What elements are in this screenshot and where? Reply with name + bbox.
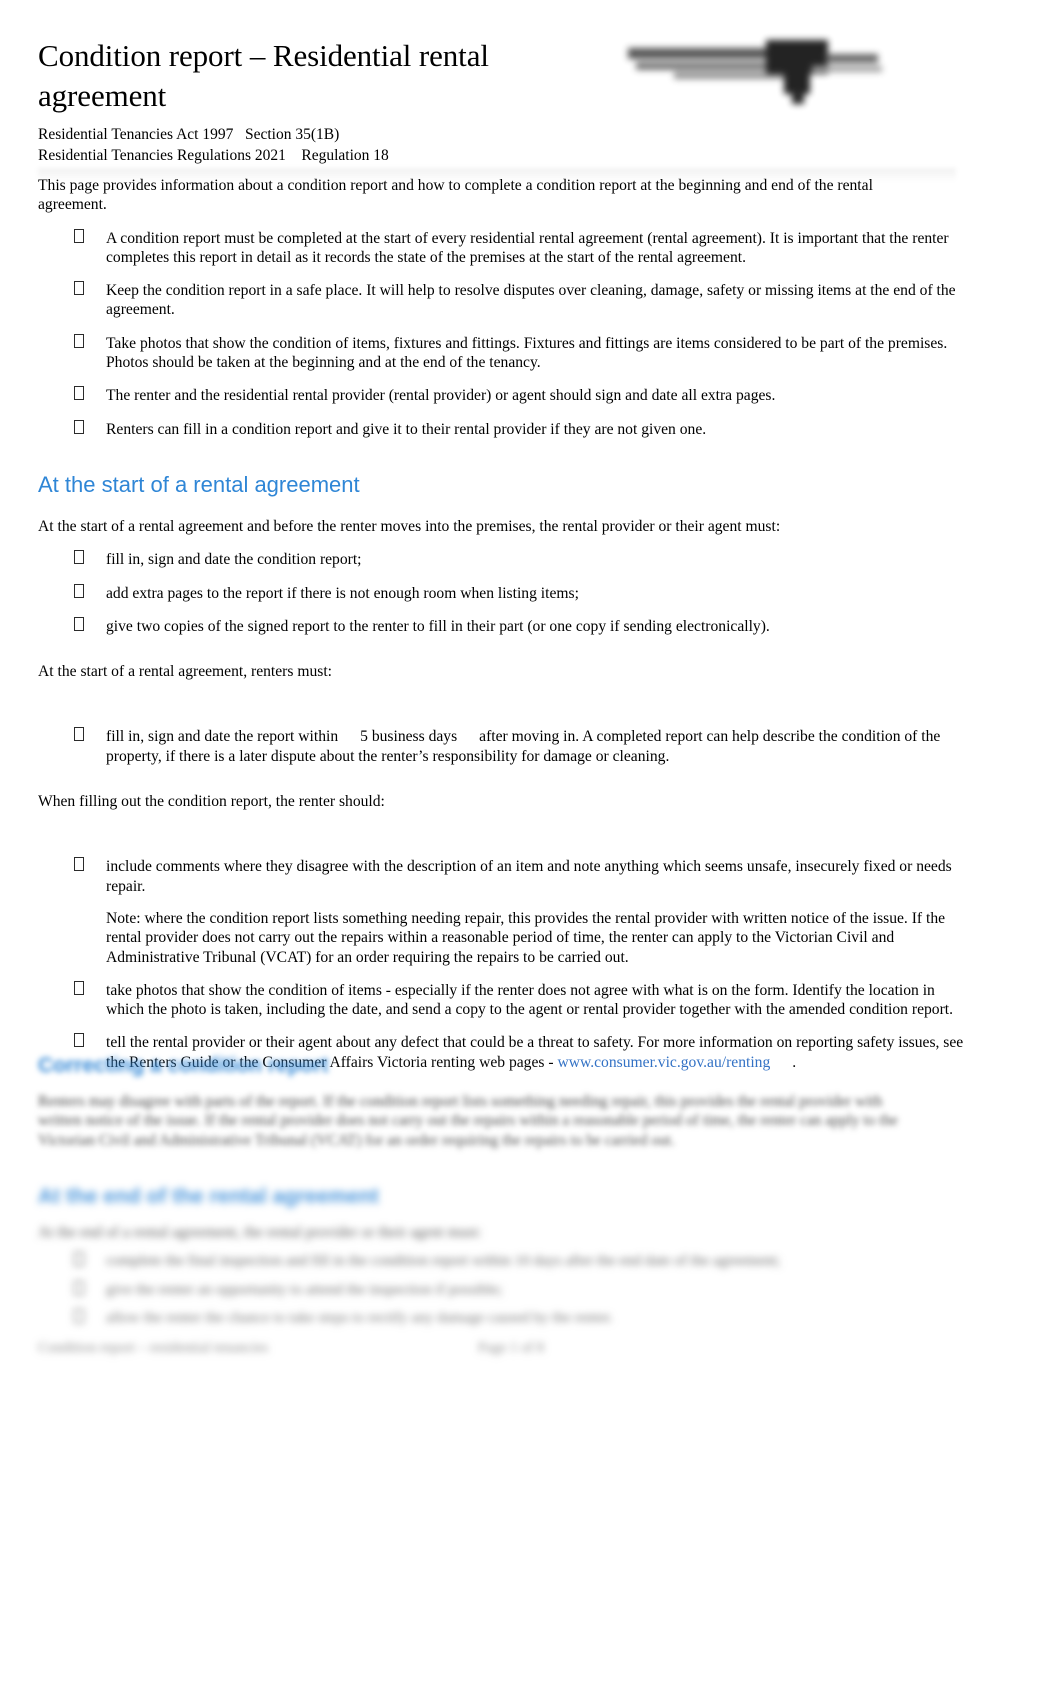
list-item-label: Renters can fill in a condition report a…	[106, 420, 707, 438]
bullet-marker-icon	[74, 583, 84, 603]
list-item: Renters can fill in a condition report a…	[38, 419, 968, 439]
bullet-marker-icon	[74, 616, 84, 636]
bullet-marker-icon	[74, 419, 84, 439]
list-item: add extra pages to the report if there i…	[38, 583, 968, 603]
act-line-1: Residential Tenancies Act 1997 Section 3…	[38, 126, 340, 143]
list-item-label: The renter and the residential rental pr…	[106, 387, 776, 405]
list-item-label: complete the final inspection and fill i…	[106, 1252, 781, 1270]
list-item-label: give the renter an opportunity to attend…	[106, 1280, 503, 1298]
list-item-label: give two copies of the signed report to …	[106, 617, 770, 635]
renter-deadline-sentence: fill in, sign and date the report within…	[106, 728, 940, 764]
section-heading-start-of-rental-agreement: At the start of a rental agreement	[38, 471, 360, 497]
bullet-marker-icon	[74, 857, 84, 876]
blurred-paragraph-correcting-report: Renters may disagree with parts of the r…	[38, 1093, 898, 1149]
page-bottom-margin	[0, 1400, 1062, 1691]
blurred-heading-end-of-agreement: At the end of the rental agreement	[38, 1185, 379, 1208]
document-page: Condition report – Residential rental ag…	[0, 0, 1062, 1691]
business-days-field[interactable]: 5 business days	[360, 728, 457, 745]
legislation-reference: Residential Tenancies Act 1997 Section 3…	[38, 124, 1026, 166]
provider-lead-paragraph: At the start of a rental agreement and b…	[38, 517, 781, 535]
bullet-marker-icon	[74, 386, 84, 405]
filling-out-lead-paragraph: When filling out the condition report, t…	[38, 793, 385, 811]
filling-out-bullet-list: include comments where they disagree wit…	[38, 857, 968, 1072]
list-item-label: A condition report must be completed at …	[106, 229, 949, 266]
intro-bullet-list: A condition report must be completed at …	[38, 228, 968, 439]
renter-deadline-prefix: fill in, sign and date the report within	[106, 728, 339, 746]
footer-page-number: Page 1 of 8	[478, 1340, 545, 1356]
footer-document-name: Condition report – residential tenancies	[38, 1340, 269, 1356]
list-item-label: Take photos that show the condition of i…	[106, 334, 948, 372]
document-body: This page provides information about a c…	[38, 176, 968, 1072]
blurred-heading-correcting-report: Correcting a condition report	[38, 1054, 329, 1077]
list-item: Take photos that show the condition of i…	[38, 333, 968, 373]
bullet-marker-icon	[74, 281, 84, 300]
blurred-section-end-of-rental-agreement: At the end of the rental agreement At th…	[38, 1183, 968, 1327]
bullet-marker-icon	[74, 228, 84, 248]
list-item-label: fill in, sign and date the condition rep…	[106, 551, 362, 569]
list-item: take photos that show the condition of i…	[38, 980, 968, 1020]
list-item: give the renter an opportunity to attend…	[38, 1280, 968, 1299]
act-line-2: Residential Tenancies Regulations 2021 R…	[38, 147, 389, 164]
provider-bullet-list: fill in, sign and date the condition rep…	[38, 550, 968, 636]
list-item: fill in, sign and date the condition rep…	[38, 550, 968, 569]
page-title: Condition report – Residential rental ag…	[38, 38, 489, 113]
renters-bullet-list: fill in, sign and date the report within…	[38, 727, 968, 766]
bullet-marker-icon	[74, 980, 84, 1000]
intro-paragraph: This page provides information about a c…	[38, 177, 873, 214]
list-item-label: add extra pages to the report if there i…	[106, 584, 579, 602]
bullet-marker-icon	[74, 1308, 84, 1327]
list-item-label: allow the renter the chance to take step…	[106, 1308, 613, 1326]
list-item: give two copies of the signed report to …	[38, 616, 968, 636]
document-footer: Condition report – residential tenancies…	[38, 1340, 968, 1357]
list-item-label: include comments where they disagree wit…	[106, 858, 952, 895]
bullet-marker-icon	[74, 333, 84, 353]
list-item-label: take photos that show the condition of i…	[106, 981, 954, 1019]
list-item-label: Keep the condition report in a safe plac…	[106, 282, 956, 319]
list-item: A condition report must be completed at …	[38, 228, 968, 268]
list-item: fill in, sign and date the report within…	[38, 727, 968, 766]
renters-lead-paragraph: At the start of a rental agreement, rent…	[38, 663, 333, 681]
repair-note: Note: where the condition report lists s…	[106, 909, 946, 966]
list-item: include comments where they disagree wit…	[38, 857, 968, 966]
blurred-section-correcting-a-condition-report: Correcting a condition report Renters ma…	[38, 1052, 968, 1150]
victoria-state-government-logo	[616, 32, 886, 110]
bullet-marker-icon	[74, 550, 84, 569]
bullet-marker-icon	[74, 727, 84, 746]
list-item: Keep the condition report in a safe plac…	[38, 281, 968, 320]
list-item: complete the final inspection and fill i…	[38, 1251, 968, 1270]
list-item: The renter and the residential rental pr…	[38, 386, 968, 405]
bullet-marker-icon	[74, 1033, 84, 1052]
blurred-lead-end-of-agreement: At the end of a rental agreement, the re…	[38, 1224, 482, 1241]
bullet-marker-icon	[74, 1251, 84, 1270]
bullet-marker-icon	[74, 1280, 84, 1299]
list-item: allow the renter the chance to take step…	[38, 1308, 968, 1327]
